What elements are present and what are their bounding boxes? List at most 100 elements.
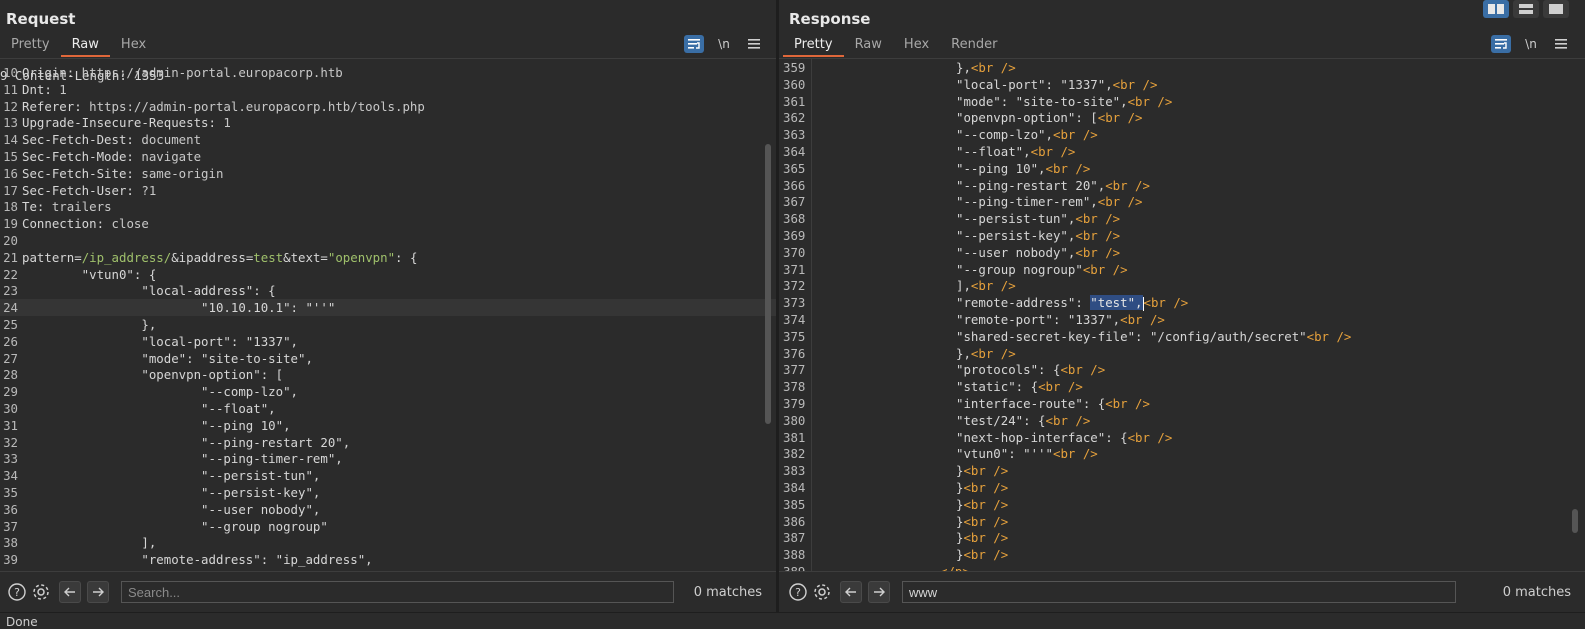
request-tab-pretty[interactable]: Pretty (0, 36, 61, 57)
code-line: 14 Sec-Fetch-Dest: document (0, 131, 776, 148)
line-text: Dnt: 1 (22, 81, 67, 97)
word-wrap-icon[interactable] (1491, 35, 1511, 53)
request-title: Request (6, 10, 76, 28)
response-editor[interactable]: 359},<br /> 360 "local-port": "1337",<br /… (779, 58, 1585, 571)
line-number: 27 (3, 350, 18, 366)
stacked-layout-icon[interactable] (1513, 0, 1539, 18)
line-text: "--ping-timer-rem", (22, 451, 343, 467)
line-number: 20 (3, 233, 18, 248)
line-text: }<br /> (956, 496, 1009, 512)
line-text: Origin: https://admin-portal.europacorp.… (22, 65, 343, 80)
line-number: 386 (783, 513, 806, 529)
line-text: "local-port": "1337",<br /> (956, 76, 1158, 92)
next-match-button[interactable] (868, 581, 890, 603)
line-number: 35 (3, 485, 18, 500)
line-number: 375 (783, 328, 806, 344)
response-tab-raw[interactable]: Raw (844, 36, 893, 57)
line-number: 36 (3, 501, 18, 517)
side-by-side-layout-icon[interactable] (1483, 0, 1509, 18)
word-wrap-icon[interactable] (684, 35, 704, 53)
response-tab-hex[interactable]: Hex (893, 36, 940, 57)
line-number: 368 (783, 211, 806, 227)
code-line: 387}<br /> (779, 529, 1585, 546)
code-line: 364 "--float",<br /> (779, 143, 1585, 160)
line-text: "--persist-tun",<br /> (956, 211, 1121, 227)
single-pane-layout-icon[interactable] (1543, 0, 1569, 18)
help-icon[interactable]: ? (787, 581, 809, 603)
request-tab-hex[interactable]: Hex (110, 36, 157, 57)
line-text: "--comp-lzo",<br /> (956, 127, 1098, 143)
show-newlines-button[interactable]: \n (714, 35, 734, 53)
line-number: 367 (783, 194, 806, 210)
request-toolbar: \n (684, 35, 764, 53)
code-line: 369 "--persist-key",<br /> (779, 227, 1585, 244)
menu-icon[interactable] (1551, 35, 1571, 53)
request-editor[interactable]: 9 Content-Length: 1353 10 Origin: https:/… (0, 58, 776, 571)
request-scroll-thumb[interactable] (765, 144, 771, 424)
code-line: 367 "--ping-timer-rem",<br /> (779, 193, 1585, 210)
line-number: 363 (783, 127, 806, 143)
line-number: 378 (783, 379, 806, 395)
response-scroll-thumb[interactable] (1572, 509, 1578, 533)
line-number: 372 (783, 278, 806, 294)
code-line: 20 (0, 232, 776, 249)
code-line: 389 </p> (779, 563, 1585, 571)
code-line: 382 "vtun0": "''"<br /> (779, 445, 1585, 462)
code-line: 365 "--ping 10",<br /> (779, 160, 1585, 177)
line-text: Referer: https://admin-portal.europacorp… (22, 98, 425, 114)
previous-match-button[interactable] (59, 581, 81, 603)
response-tab-pretty[interactable]: Pretty (783, 36, 844, 57)
line-text: "--group nogroup"<br /> (956, 261, 1128, 277)
code-line: 385}<br /> (779, 496, 1585, 513)
request-scrollbar[interactable] (764, 59, 772, 571)
line-text: "--float", (22, 401, 276, 416)
line-text: </p> (940, 563, 970, 571)
code-line: 37 "--group nogroup" (0, 518, 776, 535)
line-number: 379 (783, 396, 806, 411)
settings-gear-icon[interactable] (811, 581, 833, 603)
line-number: 24 (3, 300, 18, 316)
help-icon[interactable]: ? (6, 581, 28, 603)
request-search-input[interactable] (121, 581, 674, 603)
line-number: 389 (783, 563, 805, 571)
code-line: 32 "--ping-restart 20", (0, 434, 776, 451)
line-text: Sec-Fetch-Site: same-origin (22, 165, 224, 181)
code-line: 388}<br /> (779, 546, 1585, 563)
line-text: "--ping-restart 20", (22, 434, 351, 450)
code-line: 18 Te: trailers (0, 198, 776, 215)
line-number: 32 (3, 434, 18, 450)
line-text: "--persist-key",<br /> (956, 228, 1121, 243)
previous-match-button[interactable] (840, 581, 862, 603)
code-line: 371 "--group nogroup"<br /> (779, 261, 1585, 278)
code-line: 29 "--comp-lzo", (0, 383, 776, 400)
line-number: 12 (3, 98, 18, 114)
line-text: Connection: close (22, 216, 149, 232)
settings-gear-icon[interactable] (30, 581, 52, 603)
line-number: 23 (3, 283, 18, 299)
code-line: 24 "10.10.10.1": "''" (0, 299, 776, 317)
code-line: 36 "--user nobody", (0, 501, 776, 518)
response-title: Response (789, 10, 871, 28)
line-text: "--user nobody",<br /> (956, 244, 1121, 260)
request-tab-raw[interactable]: Raw (60, 36, 110, 57)
line-text: "--ping-timer-rem",<br /> (956, 194, 1143, 210)
code-line: 21 pattern=/ip_address/&ipaddress=test&te… (0, 249, 776, 266)
code-line: 375 "shared-secret-key-file": "/config/au… (779, 328, 1585, 345)
line-number: 362 (783, 110, 806, 126)
response-scrollbar[interactable] (1571, 59, 1579, 571)
status-bar: Done (0, 612, 1585, 629)
line-number: 374 (783, 312, 806, 327)
line-text: "local-address": { (22, 283, 276, 299)
show-newlines-button[interactable]: \n (1521, 35, 1541, 53)
line-text: "vtun0": "''"<br /> (956, 446, 1098, 462)
code-line: 376},<br /> (779, 345, 1585, 362)
code-line: 11 Dnt: 1 (0, 81, 776, 98)
line-text: "--comp-lzo", (22, 384, 299, 400)
response-tab-render[interactable]: Render (940, 36, 1008, 57)
code-line: 386}<br /> (779, 513, 1585, 530)
line-number: 371 (783, 261, 806, 277)
next-match-button[interactable] (87, 581, 109, 603)
menu-icon[interactable] (744, 35, 764, 53)
request-match-count: 0 matches (693, 584, 762, 600)
response-search-input[interactable] (902, 581, 1456, 603)
